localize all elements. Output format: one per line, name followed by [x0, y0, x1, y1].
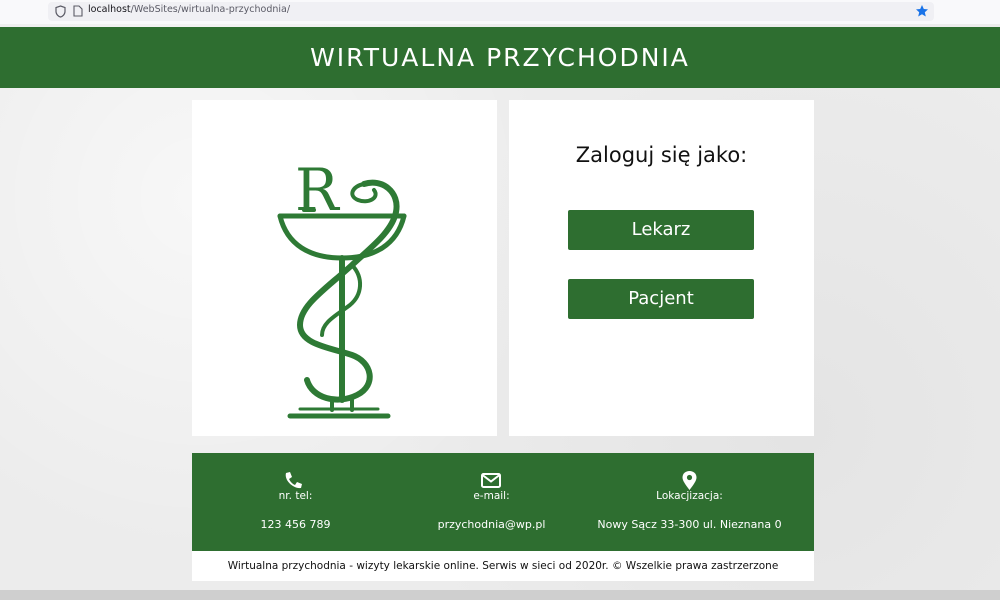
url-text[interactable]: localhost/WebSites/wirtualna-przychodnia… — [88, 4, 290, 15]
page-header: WIRTUALNA PRZYCHODNIA — [0, 27, 1000, 88]
contact-footer: nr. tel: 123 456 789 e-mail: przychodnia… — [192, 453, 814, 551]
copyright-text: Wirtualna przychodnia - wizyty lekarskie… — [192, 551, 814, 581]
url-host: localhost — [88, 4, 131, 15]
site-title: WIRTUALNA PRZYCHODNIA — [310, 43, 690, 72]
patient-login-button[interactable]: Pacjent — [568, 279, 754, 319]
login-title: Zaloguj się jako: — [575, 143, 748, 167]
address-bar[interactable]: localhost/WebSites/wirtualna-przychodnia… — [48, 2, 934, 21]
login-panel: Zaloguj się jako: Lekarz Pacjent — [509, 100, 814, 436]
url-path: /WebSites/wirtualna-przychodnia/ — [130, 4, 291, 15]
location-label: Lokacjizacja: — [656, 490, 723, 502]
location-value: Nowy Sącz 33-300 ul. Nieznana 0 — [597, 518, 782, 531]
browser-toolbar: localhost/WebSites/wirtualna-przychodnia… — [0, 0, 1000, 24]
phone-value: 123 456 789 — [260, 518, 331, 531]
email-value[interactable]: przychodnia@wp.pl — [388, 518, 595, 531]
phone-icon — [285, 472, 302, 489]
pharmacy-logo-icon: R — [277, 156, 407, 419]
phone-label: nr. tel: — [278, 490, 313, 502]
page-body: WIRTUALNA PRZYCHODNIA R Zaloguj się jako… — [0, 24, 1000, 600]
logo-panel: R — [192, 100, 497, 436]
map-pin-icon — [682, 471, 697, 490]
page-icon — [73, 5, 83, 17]
bottom-strip — [0, 590, 1000, 600]
envelope-icon — [481, 473, 501, 488]
doctor-login-button[interactable]: Lekarz — [568, 210, 754, 250]
shield-icon[interactable] — [55, 5, 66, 18]
email-label: e-mail: — [473, 490, 510, 502]
bookmark-star-icon[interactable] — [915, 4, 929, 18]
